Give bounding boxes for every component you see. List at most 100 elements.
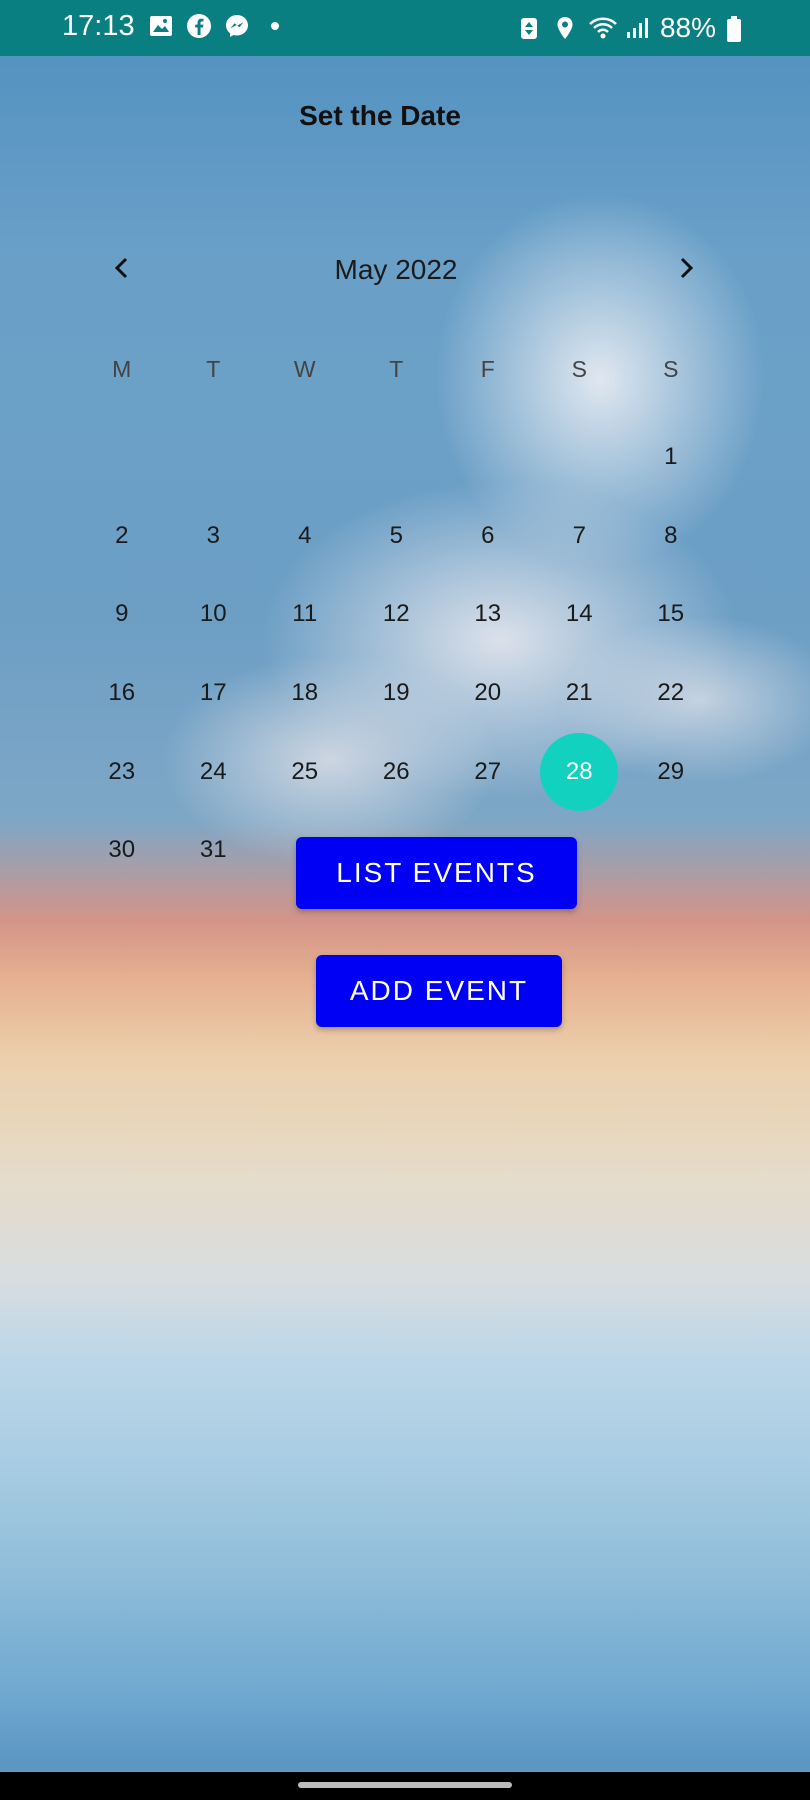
calendar-header: May 2022: [76, 240, 716, 300]
day-cell[interactable]: 13: [442, 575, 534, 654]
day-cell[interactable]: 6: [442, 497, 534, 576]
day-number: 9: [115, 600, 129, 628]
empty-day-cell: [351, 418, 443, 497]
day-number: 29: [657, 757, 685, 785]
page-title: Set the Date: [299, 100, 461, 131]
day-cell[interactable]: 15: [625, 575, 717, 654]
empty-day-cell: [534, 418, 626, 497]
empty-day-cell: [259, 418, 351, 497]
day-number: 20: [474, 679, 502, 707]
day-cell[interactable]: 12: [351, 575, 443, 654]
day-cell[interactable]: 7: [534, 497, 626, 576]
day-cell[interactable]: 30: [76, 811, 168, 890]
day-number: 14: [565, 600, 593, 628]
empty-day-cell: [168, 418, 260, 497]
next-month-button[interactable]: [664, 246, 708, 290]
wifi-icon: [588, 15, 617, 41]
dot-icon: [262, 13, 288, 39]
day-number: 6: [481, 521, 495, 549]
day-number: 11: [292, 600, 318, 628]
facebook-icon: [186, 13, 212, 39]
chevron-right-icon: [680, 257, 694, 279]
day-number: 16: [108, 679, 136, 707]
day-cell[interactable]: 5: [351, 497, 443, 576]
day-number: 2: [115, 521, 129, 549]
day-number: 18: [291, 679, 319, 707]
day-cell[interactable]: 8: [625, 497, 717, 576]
day-number: 13: [474, 600, 502, 628]
list-events-button[interactable]: LIST EVENTS: [296, 837, 577, 909]
weekday-label: T: [389, 356, 404, 382]
day-cell[interactable]: 24: [168, 732, 260, 811]
day-number: 3: [206, 521, 220, 549]
day-number: 24: [199, 757, 227, 785]
empty-day-cell: [76, 418, 168, 497]
day-cell[interactable]: 21: [534, 654, 626, 733]
day-number: 23: [108, 757, 136, 785]
month-year-label: May 2022: [334, 254, 458, 285]
day-cell[interactable]: 14: [534, 575, 626, 654]
weekday-label: S: [663, 356, 679, 382]
day-cell[interactable]: 9: [76, 575, 168, 654]
gallery-icon: [148, 13, 174, 39]
day-cell[interactable]: 25: [259, 732, 351, 811]
day-number: 8: [664, 521, 678, 549]
empty-day-cell: [442, 418, 534, 497]
day-number: 27: [474, 757, 502, 785]
location-icon: [552, 15, 578, 41]
day-cell[interactable]: 11: [259, 575, 351, 654]
add-event-button[interactable]: ADD EVENT: [316, 955, 562, 1027]
recycle-icon: [516, 15, 542, 41]
day-number: 10: [199, 600, 227, 628]
day-cell[interactable]: 26: [351, 732, 443, 811]
day-number: 21: [565, 679, 593, 707]
selected-day[interactable]: 28: [534, 732, 626, 811]
app-screen: 17:13 88% Set the Date May 2022 M T W T …: [0, 0, 810, 1800]
day-cell[interactable]: 22: [625, 654, 717, 733]
day-number: 28: [540, 732, 619, 811]
signal-icon: [624, 15, 650, 41]
weekday-label: F: [480, 356, 495, 382]
day-number: 17: [199, 679, 227, 707]
day-number: 26: [382, 757, 410, 785]
home-gesture-handle[interactable]: [298, 1782, 512, 1788]
battery-icon: [726, 15, 752, 42]
day-cell[interactable]: 18: [259, 654, 351, 733]
day-cell[interactable]: 17: [168, 654, 260, 733]
status-left-icons: [148, 13, 288, 39]
day-cell[interactable]: 29: [625, 732, 717, 811]
day-cell[interactable]: 23: [76, 732, 168, 811]
day-cell[interactable]: 20: [442, 654, 534, 733]
day-cell[interactable]: 27: [442, 732, 534, 811]
status-right-icons: 88%: [516, 12, 752, 44]
day-number: 31: [199, 836, 227, 864]
day-number: 30: [108, 836, 136, 864]
day-cell[interactable]: 10: [168, 575, 260, 654]
day-cell[interactable]: 2: [76, 497, 168, 576]
weekday-header-row: M T W T F S S: [76, 356, 716, 383]
weekday-label: T: [206, 356, 221, 382]
day-cell[interactable]: 1: [625, 418, 717, 497]
day-cell[interactable]: 16: [76, 654, 168, 733]
status-time: 17:13: [62, 10, 135, 42]
day-number: 7: [572, 521, 586, 549]
day-cell[interactable]: 4: [259, 497, 351, 576]
day-cell[interactable]: 31: [168, 811, 260, 890]
day-cell[interactable]: 3: [168, 497, 260, 576]
day-number: 19: [382, 679, 410, 707]
battery-percentage: 88%: [659, 12, 716, 43]
days-grid: 1 2 3 4 5 6 7 8 9 10 11 12 13 14 15 16 17 18 19 20 21 22 23 24 2…: [76, 418, 716, 890]
status-bar: 17:13 88%: [0, 0, 810, 56]
system-navigation-bar: [0, 1772, 810, 1800]
day-number: 25: [291, 757, 319, 785]
date-picker-calendar: May 2022 M T W T F S S 1 2 3 4 5 6 7 8 9 10 11 12 13…: [76, 240, 716, 863]
day-number: 12: [382, 600, 410, 628]
day-number: 4: [298, 521, 312, 549]
weekday-label: S: [571, 356, 587, 382]
day-number: 1: [664, 443, 678, 471]
weekday-label: W: [293, 356, 316, 382]
day-number: 22: [657, 679, 685, 707]
day-number: 15: [657, 600, 685, 628]
day-cell[interactable]: 19: [351, 654, 443, 733]
messenger-icon: [224, 13, 250, 39]
